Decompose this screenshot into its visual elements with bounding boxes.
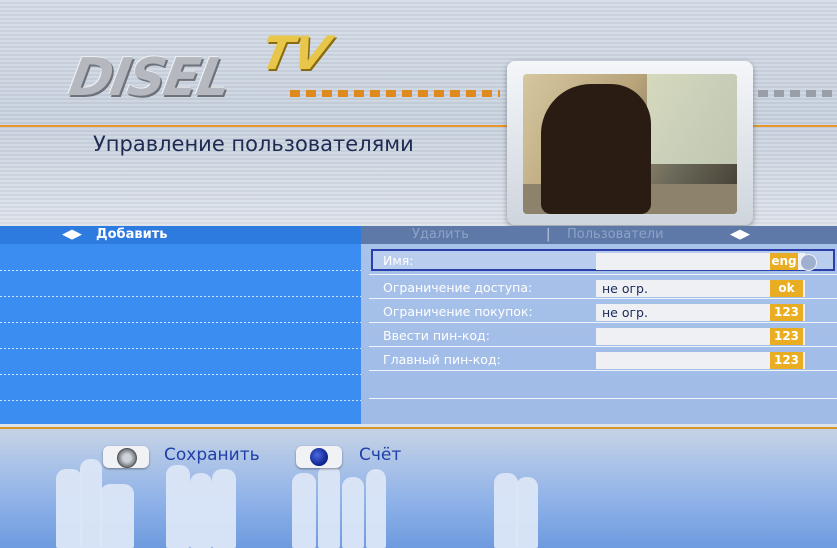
- list-item[interactable]: [0, 322, 361, 323]
- access-restriction-value: не огр.: [602, 281, 648, 296]
- save-key-icon[interactable]: [103, 446, 149, 468]
- people-silhouette: [212, 469, 236, 548]
- tv-preview-frame: [507, 61, 753, 225]
- purchase-restriction-value: не огр.: [602, 305, 648, 320]
- master-pin-label: Главный пин-код:: [383, 352, 501, 367]
- logo-dash-line: [290, 90, 500, 97]
- tv-preview-image: [523, 74, 737, 214]
- list-item[interactable]: [0, 374, 361, 375]
- ok-badge[interactable]: ok: [770, 280, 803, 297]
- screen: DISEL TV Управление пользователями ◀▶ До…: [0, 0, 837, 548]
- people-silhouette: [166, 465, 190, 548]
- people-silhouette: [318, 465, 340, 548]
- list-item[interactable]: [0, 296, 361, 297]
- numeric-input-badge[interactable]: 123: [770, 328, 803, 345]
- numeric-input-badge[interactable]: 123: [770, 304, 803, 321]
- form-divider: [369, 370, 837, 371]
- gear-icon: [117, 448, 137, 468]
- add-tab[interactable]: Добавить: [96, 227, 167, 243]
- people-silhouette: [100, 484, 134, 548]
- list-item[interactable]: [0, 400, 361, 401]
- people-silhouette: [292, 473, 316, 548]
- save-button[interactable]: Сохранить: [164, 443, 260, 467]
- people-silhouette: [190, 473, 212, 548]
- keyboard-lang-badge[interactable]: eng: [770, 253, 798, 270]
- user-list[interactable]: [0, 244, 361, 424]
- users-tab[interactable]: Пользователи: [567, 227, 664, 243]
- up-down-arrows-icon: [800, 254, 817, 271]
- form-divider: [369, 398, 837, 399]
- access-restriction-label: Ограничение доступа:: [383, 280, 533, 295]
- form-divider: [369, 274, 837, 275]
- people-silhouette: [56, 469, 82, 548]
- logo-dash-line-right: [758, 90, 837, 97]
- purchase-restriction-label: Ограничение покупок:: [383, 304, 533, 319]
- people-silhouette: [80, 459, 102, 548]
- people-silhouette: [366, 469, 386, 548]
- account-key-icon[interactable]: [296, 446, 342, 468]
- account-button[interactable]: Счёт: [359, 443, 401, 467]
- form-divider: [369, 298, 837, 299]
- logo-tv-text: TV: [256, 26, 335, 80]
- users-arrows-icon: ◀▶: [730, 227, 750, 242]
- delete-tab[interactable]: Удалить: [412, 227, 469, 243]
- left-right-arrows-icon: ◀▶: [62, 227, 82, 242]
- form-divider: [369, 346, 837, 347]
- people-silhouette: [494, 473, 518, 548]
- list-item[interactable]: [0, 270, 361, 271]
- logo: DISEL TV: [65, 26, 335, 110]
- logo-text: DISEL: [64, 48, 234, 108]
- page-title: Управление пользователями: [93, 132, 414, 156]
- people-silhouette: [516, 477, 538, 548]
- list-item[interactable]: [0, 348, 361, 349]
- blue-dot-icon: [310, 448, 328, 466]
- tab-separator: |: [546, 227, 551, 242]
- people-silhouette: [342, 477, 364, 548]
- name-label: Имя:: [383, 253, 414, 268]
- numeric-input-badge[interactable]: 123: [770, 352, 803, 369]
- form-divider: [369, 322, 837, 323]
- menu-bar-active: [0, 226, 361, 244]
- enter-pin-label: Ввести пин-код:: [383, 328, 490, 343]
